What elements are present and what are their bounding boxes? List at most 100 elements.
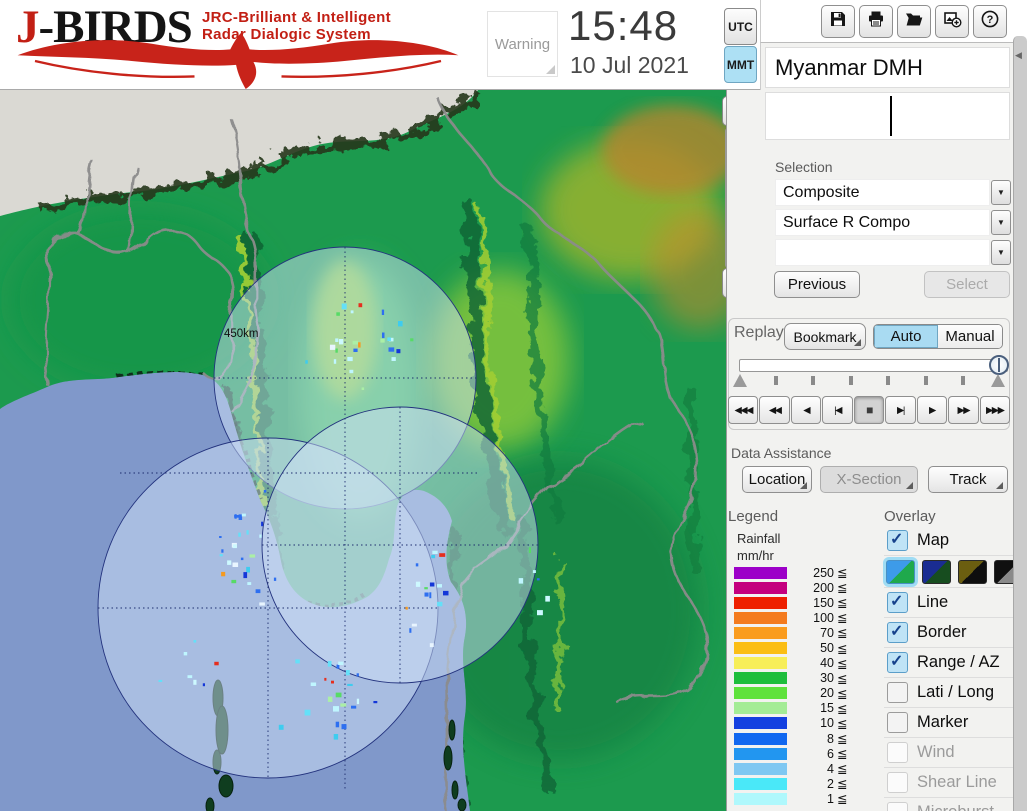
echo-pixel	[232, 544, 237, 549]
x-section-button[interactable]: X-Section	[820, 466, 918, 493]
fast-rewind-3-button[interactable]: ◀◀◀	[728, 396, 759, 424]
toolbar: ?	[760, 0, 1013, 43]
previous-button[interactable]: Previous	[774, 271, 860, 298]
manual-mode-button[interactable]: Manual	[938, 325, 1002, 348]
check-icon: ✓	[890, 623, 904, 640]
legend-row: 8 ≦	[734, 731, 866, 746]
stop-button[interactable]: ■	[853, 396, 885, 424]
save-button[interactable]	[821, 4, 855, 38]
slider-start-marker[interactable]	[733, 374, 747, 387]
legend-row: 1 ≦	[734, 791, 866, 806]
echo-pixel	[388, 347, 395, 352]
echo-pixel	[358, 342, 361, 348]
checkbox	[887, 742, 908, 763]
add-image-button[interactable]	[935, 4, 969, 38]
overlay-item-label: Microburst	[917, 803, 994, 811]
play-button[interactable]: ▶	[916, 396, 948, 424]
dropdown-caret-button-1[interactable]: ▼	[991, 180, 1011, 205]
echo-pixel	[398, 321, 403, 327]
legend-row: 70 ≦	[734, 625, 866, 640]
echo-pixel	[231, 579, 237, 584]
track-button[interactable]: Track	[928, 466, 1008, 493]
panel-collapse-arrow-icon[interactable]: ◀	[1015, 50, 1022, 61]
selection-dropdown-1[interactable]: Composite	[775, 179, 990, 206]
warning-panel[interactable]: Warning	[487, 11, 558, 77]
slider-tick	[886, 376, 891, 385]
legend-value: 150	[813, 595, 834, 610]
checkbox[interactable]: ✓	[887, 622, 908, 643]
dropdown-caret-button-2[interactable]: ▼	[991, 210, 1011, 235]
echo-pixel	[219, 536, 222, 538]
checkbox[interactable]: ✓	[887, 530, 908, 551]
legend-color-swatch	[734, 642, 787, 655]
panel-collapse-strip[interactable]	[1013, 36, 1027, 811]
station-input[interactable]	[765, 92, 1010, 140]
legend-lte-symbol: ≦	[837, 777, 848, 792]
echo-pixel	[340, 703, 347, 707]
overlay-item-label: Marker	[917, 713, 969, 731]
fast-forward-2-button[interactable]: ▶▶	[948, 396, 979, 424]
selection-dropdown-2[interactable]: Surface R Compo	[775, 209, 990, 236]
select-button[interactable]: Select	[924, 271, 1010, 298]
echo-pixel	[221, 549, 224, 553]
print-button[interactable]	[859, 4, 893, 38]
checkbox[interactable]: ✓	[887, 592, 908, 613]
map-style-dark-blue-green[interactable]	[922, 559, 951, 584]
legend-value: 250	[813, 565, 834, 580]
map-style-terrain-blue-green[interactable]	[886, 559, 915, 584]
help-button[interactable]: ?	[973, 4, 1007, 38]
legend-value: 2	[827, 776, 834, 791]
legend-color-swatch	[734, 596, 787, 609]
skip-to-start-button[interactable]: |◀	[822, 396, 853, 424]
echo-pixel	[243, 572, 248, 579]
slider-handle[interactable]	[989, 355, 1009, 375]
checkbox[interactable]	[887, 682, 908, 703]
legend-lte-symbol: ≦	[837, 732, 848, 747]
fast-forward-3-button[interactable]: ▶▶▶	[979, 396, 1010, 424]
echo-pixel	[333, 734, 339, 740]
echo-pixel	[214, 661, 219, 666]
fast-rewind-2-button[interactable]: ◀◀	[759, 396, 790, 424]
legend-value: 10	[820, 716, 834, 731]
radar-map[interactable]: 450km	[0, 90, 726, 811]
jbirds-app: 450km J-BIRDS JRC-Brilliant & Intelligen…	[0, 0, 1030, 811]
echo-pixel	[415, 563, 419, 567]
echo-pixel	[193, 640, 197, 643]
checkbox[interactable]: ✓	[887, 652, 908, 673]
echo-pixel	[347, 683, 353, 686]
legend-value: 30	[820, 671, 834, 686]
selection-dropdown-3[interactable]	[775, 239, 990, 266]
echo-pixel	[429, 643, 434, 648]
slider-end-marker[interactable]	[991, 374, 1005, 387]
timezone-mmt-button[interactable]: MMT	[724, 46, 757, 83]
echo-pixel	[439, 553, 446, 557]
replay-timeline-slider[interactable]	[739, 359, 1008, 372]
echo-pixel	[241, 513, 246, 517]
legend-lte-symbol: ≦	[837, 611, 848, 626]
auto-mode-button[interactable]: Auto	[874, 325, 938, 348]
legend-color-swatch	[734, 762, 787, 775]
legend-lte-symbol: ≦	[837, 626, 848, 641]
legend-lte-symbol: ≦	[837, 671, 848, 686]
timezone-utc-button[interactable]: UTC	[724, 8, 757, 45]
open-folder-button[interactable]	[897, 4, 931, 38]
checkbox[interactable]	[887, 712, 908, 733]
resize-grip-icon[interactable]	[546, 65, 555, 74]
legend-row: 6 ≦	[734, 746, 866, 761]
echo-pixel	[261, 521, 264, 527]
skip-to-end-button[interactable]: ▶|	[885, 396, 916, 424]
legend-color-swatch	[734, 566, 787, 579]
dropdown-caret-button-3[interactable]: ▼	[991, 240, 1011, 265]
step-back-button[interactable]: ◀	[790, 396, 822, 424]
bookmark-button[interactable]: Bookmark	[784, 323, 866, 350]
map-style-olive-black[interactable]	[958, 559, 987, 584]
location-button[interactable]: Location	[742, 466, 812, 493]
legend-row: 150 ≦	[734, 595, 866, 610]
echo-pixel	[221, 571, 226, 577]
legend-row: 20 ≦	[734, 686, 866, 701]
echo-pixel	[329, 344, 336, 350]
echo-pixel	[382, 332, 385, 339]
echo-pixel	[361, 387, 365, 390]
echo-pixel	[352, 340, 358, 345]
echo-pixel	[405, 606, 408, 610]
